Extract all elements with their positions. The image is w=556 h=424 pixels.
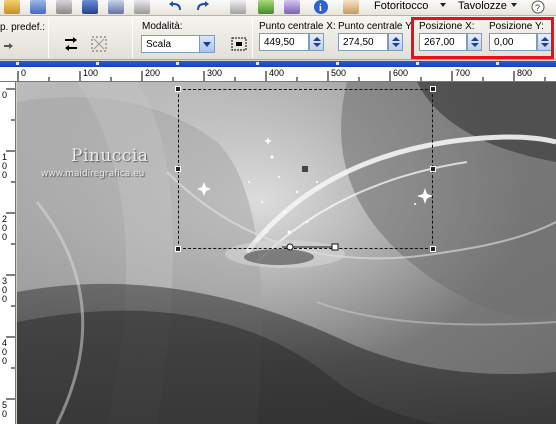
resize-handle[interactable] (175, 166, 181, 172)
ruler-label: 0 (2, 170, 8, 180)
resize-handle[interactable] (430, 246, 436, 252)
pivot-point[interactable] (302, 166, 308, 172)
mode-label: Modalità: (142, 21, 183, 32)
info-icon[interactable]: i (313, 0, 329, 14)
presets-label: p. predef.: (0, 22, 46, 33)
ruler-label: 800 (517, 68, 533, 78)
center-y-input[interactable]: 274,50 (338, 33, 388, 51)
ruler-label: 0 (2, 90, 8, 100)
save-as-icon[interactable] (108, 0, 124, 14)
browse-icon[interactable] (30, 0, 46, 14)
vertical-ruler: 0 1 0 0 2 0 0 3 0 0 4 0 0 5 0 (0, 82, 16, 424)
resize-handle[interactable] (430, 86, 436, 92)
open-icon[interactable] (4, 0, 20, 14)
ruler-label: 600 (393, 68, 409, 78)
selection-tool-icon[interactable] (228, 34, 250, 54)
center-x-spinner[interactable] (309, 33, 324, 51)
image-canvas[interactable]: Pinuccia www.maidiregrafica.eu (17, 82, 556, 424)
presets-dropdown[interactable] (0, 38, 16, 54)
watermark-title: Pinuccia (71, 146, 149, 166)
ruler-label: 0 (2, 232, 8, 242)
separator (252, 18, 253, 58)
ruler-label: 200 (145, 68, 161, 78)
effects-icon[interactable] (284, 0, 300, 14)
center-x-label: Punto centrale X: (259, 21, 336, 32)
redo-icon[interactable] (194, 0, 210, 14)
ruler-label: 300 (207, 68, 223, 78)
ruler-label: 400 (269, 68, 285, 78)
menu-tavolozze[interactable]: Tavolozze (458, 0, 507, 12)
watermark-url: www.maidiregrafica.eu (41, 169, 145, 179)
center-y-spinner[interactable] (388, 33, 403, 51)
ruler-label: 0 (2, 409, 8, 419)
svg-text:i: i (319, 3, 322, 14)
ruler-label: 100 (83, 68, 99, 78)
help-icon[interactable]: ? (530, 0, 546, 14)
rotation-handle[interactable] (282, 242, 342, 252)
separator (132, 18, 133, 58)
undo-icon[interactable] (168, 0, 184, 14)
position-highlight-box (411, 17, 554, 59)
brush-icon[interactable] (343, 0, 359, 14)
ruler-label: 700 (455, 68, 471, 78)
ruler-label: 500 (331, 68, 347, 78)
chevron-down-icon[interactable] (199, 36, 214, 52)
svg-text:?: ? (535, 3, 540, 13)
center-x-input[interactable]: 449,50 (259, 33, 309, 51)
chevron-down-icon[interactable] (440, 3, 446, 7)
center-y-label: Punto centrale Y: (338, 21, 414, 32)
flip-icon[interactable] (60, 34, 82, 54)
resize-handle[interactable] (175, 246, 181, 252)
ruler-label: 0 (2, 294, 8, 304)
print-icon[interactable] (134, 0, 150, 14)
layers-icon[interactable] (258, 0, 274, 14)
image-icon[interactable] (230, 0, 246, 14)
mode-value: Scala (146, 39, 172, 50)
resize-handle[interactable] (175, 86, 181, 92)
ruler-label: 0 (2, 356, 8, 366)
mode-select[interactable]: Scala (141, 35, 215, 53)
save-icon[interactable] (82, 0, 98, 14)
chevron-down-icon[interactable] (511, 3, 517, 7)
ruler-label: 0 (21, 68, 27, 78)
separator (48, 18, 49, 58)
reset-icon[interactable] (88, 34, 110, 54)
resize-handle[interactable] (430, 166, 436, 172)
icon-toolbar: i Fotoritocco Tavolozze ? (0, 0, 556, 16)
menu-fotoritocco[interactable]: Fotoritocco (374, 0, 428, 12)
horizontal-ruler: 0 100 200 300 400 500 600 700 800 (10, 67, 556, 82)
folder-icon[interactable] (56, 0, 72, 14)
